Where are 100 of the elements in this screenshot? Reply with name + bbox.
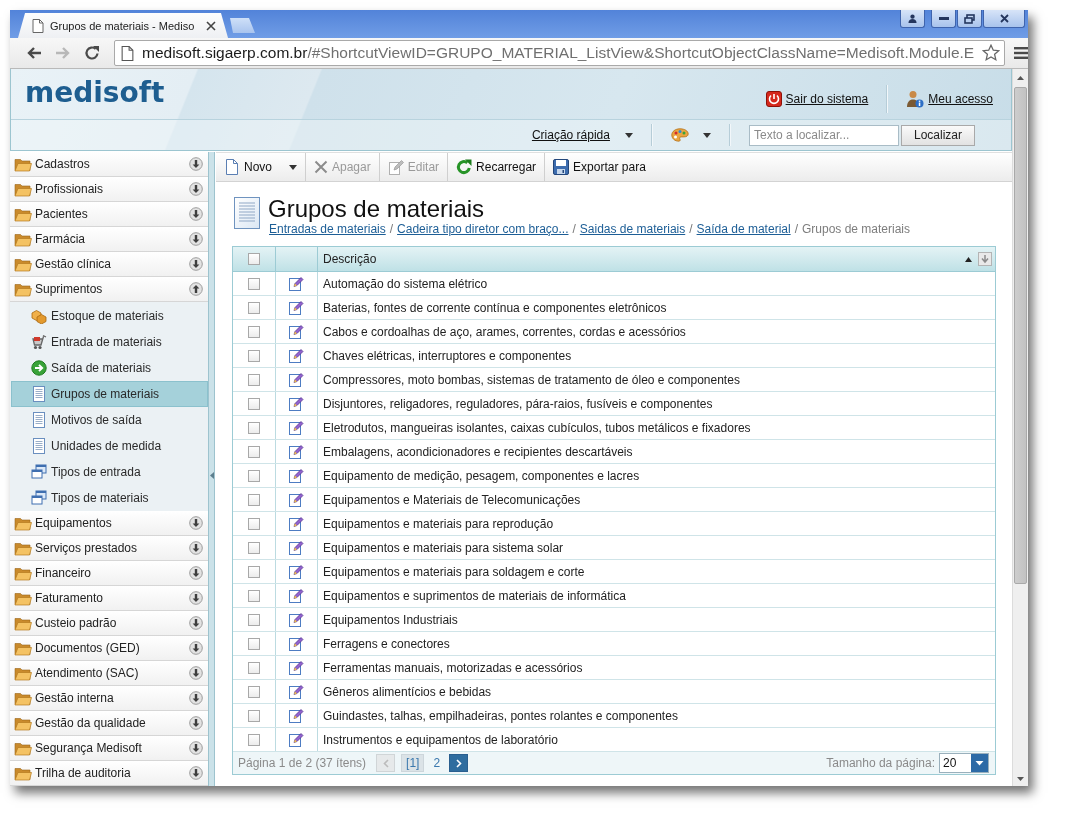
breadcrumb-link[interactable]: Saidas de materiais — [579, 222, 686, 237]
checkbox[interactable] — [248, 301, 260, 314]
star-icon[interactable] — [982, 44, 1001, 62]
minimize-button[interactable] — [931, 10, 956, 28]
page-number-button[interactable]: [1] — [401, 754, 425, 772]
breadcrumb-link[interactable]: Cadeira tipo diretor com braço... — [397, 222, 569, 237]
sidebar-item[interactable]: Grupos de materiais — [11, 381, 208, 407]
column-header[interactable]: Descrição — [323, 252, 377, 266]
restore-button[interactable] — [957, 10, 982, 28]
checkbox[interactable] — [248, 325, 260, 338]
sidebar-item[interactable]: Tipos de entrada — [11, 459, 208, 485]
sidebar-item[interactable]: Saída de materiais — [11, 355, 208, 381]
reload-button[interactable]: Recarregar — [448, 153, 545, 181]
logout-icon[interactable] — [765, 91, 782, 107]
caret-icon[interactable] — [289, 164, 297, 170]
reload-icon[interactable] — [84, 45, 100, 61]
edit-icon[interactable] — [289, 636, 304, 651]
expand-icon[interactable] — [189, 716, 203, 730]
column-chooser-icon[interactable] — [978, 252, 992, 266]
expand-icon[interactable] — [189, 257, 203, 271]
search-button[interactable]: Localizar — [900, 124, 975, 146]
edit-icon[interactable] — [289, 516, 304, 531]
sidebar-item[interactable]: Motivos de saída — [11, 407, 208, 433]
checkbox[interactable] — [248, 469, 260, 482]
sidebar-item[interactable]: Tipos de materiais — [11, 485, 208, 511]
checkbox[interactable] — [248, 253, 260, 265]
expand-icon[interactable] — [189, 766, 203, 780]
edit-icon[interactable] — [289, 276, 304, 291]
back-icon[interactable] — [26, 46, 42, 60]
next-page-button[interactable] — [449, 754, 469, 772]
caret-icon[interactable] — [624, 132, 633, 138]
edit-icon[interactable] — [289, 732, 304, 747]
caret-icon[interactable] — [702, 132, 711, 138]
edit-icon[interactable] — [289, 468, 304, 483]
checkbox[interactable] — [248, 445, 260, 458]
edit-icon[interactable] — [289, 612, 304, 627]
expand-icon[interactable] — [189, 616, 203, 630]
edit-icon[interactable] — [289, 444, 304, 459]
scrollbar-thumb[interactable] — [1014, 87, 1027, 584]
edit-icon[interactable] — [289, 372, 304, 387]
edit-icon[interactable] — [289, 588, 304, 603]
sort-ascending-icon[interactable] — [965, 256, 972, 262]
expand-icon[interactable] — [189, 541, 203, 555]
edit-icon[interactable] — [289, 564, 304, 579]
sidebar-item[interactable]: Entrada de materiais — [11, 329, 208, 355]
checkbox[interactable] — [248, 589, 260, 602]
edit-icon[interactable] — [289, 396, 304, 411]
checkbox[interactable] — [248, 421, 260, 434]
page-number-button[interactable]: 2 — [428, 754, 446, 772]
checkbox[interactable] — [248, 541, 260, 554]
breadcrumb-link[interactable]: Entradas de materiais — [269, 222, 386, 237]
collapse-arrow-icon[interactable] — [209, 471, 214, 479]
close-icon[interactable] — [206, 20, 216, 31]
expand-icon[interactable] — [189, 741, 203, 755]
edit-icon[interactable] — [289, 540, 304, 555]
edit-icon[interactable] — [289, 348, 304, 363]
edit-icon[interactable] — [289, 684, 304, 699]
edit-icon[interactable] — [289, 324, 304, 339]
expand-icon[interactable] — [189, 666, 203, 680]
edit-icon[interactable] — [289, 420, 304, 435]
expand-icon[interactable] — [189, 566, 203, 580]
checkbox[interactable] — [248, 349, 260, 362]
edit-icon[interactable] — [289, 660, 304, 675]
expand-icon[interactable] — [189, 232, 203, 246]
checkbox[interactable] — [248, 709, 260, 722]
profile-button[interactable] — [900, 10, 925, 28]
palette-icon[interactable] — [670, 128, 689, 142]
checkbox[interactable] — [248, 685, 260, 698]
expand-icon[interactable] — [189, 516, 203, 530]
checkbox[interactable] — [248, 397, 260, 410]
checkbox[interactable] — [248, 661, 260, 674]
checkbox[interactable] — [248, 373, 260, 386]
logout-link[interactable]: Sair do sistema — [785, 92, 869, 106]
account-link[interactable]: Meu acesso — [928, 92, 993, 106]
edit-icon[interactable] — [289, 492, 304, 507]
expand-icon[interactable] — [189, 207, 203, 221]
quick-create-link[interactable]: Criação rápida — [531, 128, 610, 142]
search-field[interactable]: Texto a localizar... — [748, 124, 899, 146]
checkbox[interactable] — [248, 493, 260, 506]
expand-icon[interactable] — [189, 641, 203, 655]
checkbox[interactable] — [248, 637, 260, 650]
scrollbar[interactable] — [1012, 69, 1028, 786]
browser-tab[interactable]: Grupos de materiais - Mediso — [18, 13, 228, 38]
new-button[interactable]: Novo — [216, 153, 305, 181]
sidebar-item[interactable]: Estoque de materiais — [11, 303, 208, 329]
checkbox[interactable] — [248, 565, 260, 578]
edit-icon[interactable] — [289, 708, 304, 723]
collapse-icon[interactable] — [189, 282, 203, 296]
breadcrumb-link[interactable]: Saída de material — [696, 222, 791, 237]
menu-icon[interactable] — [1014, 47, 1029, 59]
export-button[interactable]: Exportar para — [545, 153, 654, 181]
page-size-select[interactable]: 20 — [939, 753, 989, 773]
close-window-button[interactable] — [983, 10, 1025, 28]
user-icon[interactable] — [906, 90, 925, 108]
edit-icon[interactable] — [289, 300, 304, 315]
expand-icon[interactable] — [189, 157, 203, 171]
expand-icon[interactable] — [189, 591, 203, 605]
expand-icon[interactable] — [189, 182, 203, 196]
sidebar-item[interactable]: Unidades de medida — [11, 433, 208, 459]
expand-icon[interactable] — [189, 691, 203, 705]
